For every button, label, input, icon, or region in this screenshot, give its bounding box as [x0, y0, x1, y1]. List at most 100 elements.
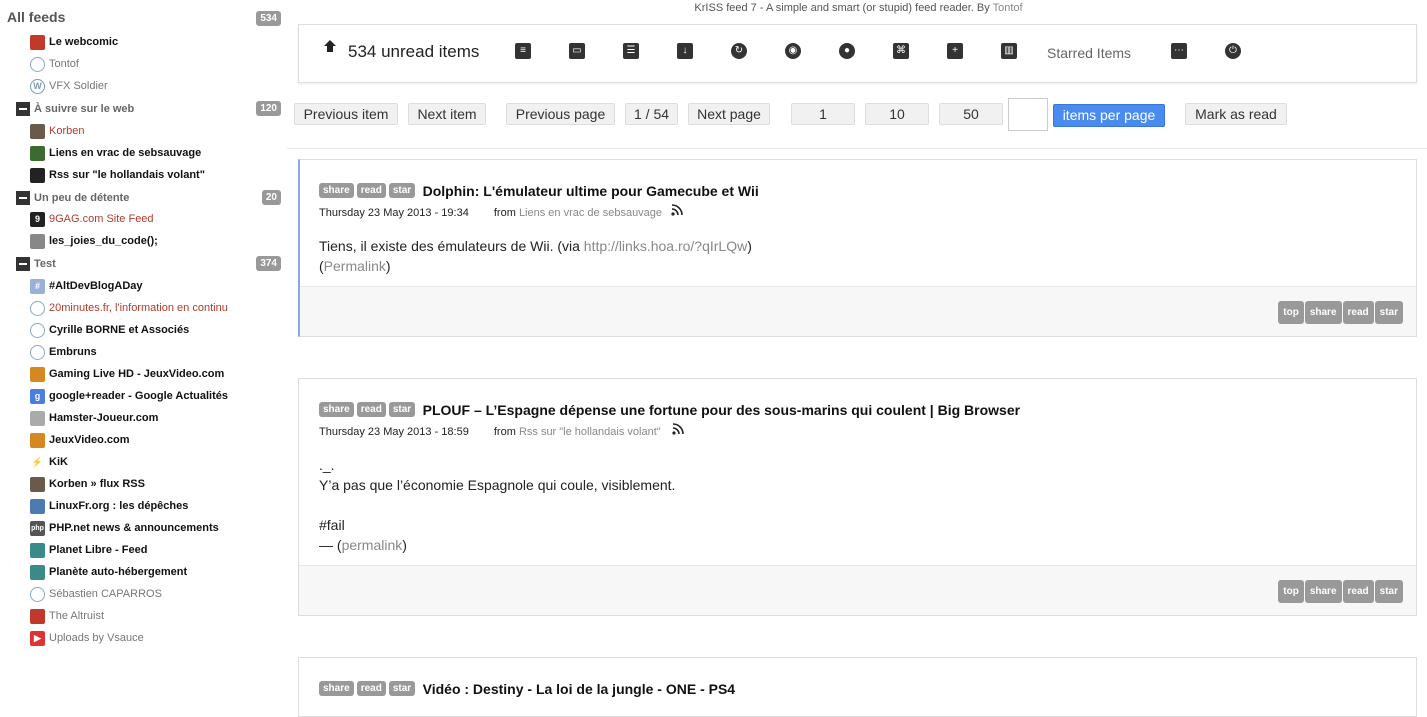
feed-name: LinuxFr.org : les dépêches — [49, 500, 189, 512]
stats-icon[interactable]: ▥ — [1001, 43, 1017, 59]
via-link[interactable]: http://links.hoa.ro/?qIrLQw — [584, 238, 747, 254]
feed-item[interactable]: Cyrille BORNE et Associés — [30, 321, 189, 339]
per-page-50-button[interactable]: 50 — [939, 103, 1003, 125]
feed-name: Tontof — [49, 58, 79, 70]
feed-item[interactable]: share read star Vidéo : Destiny - La loi d… — [298, 657, 1417, 717]
top-button[interactable]: top — [1278, 580, 1304, 603]
read-tag[interactable]: read — [356, 681, 386, 697]
feed-item[interactable]: Planet Libre - Feed — [30, 541, 147, 559]
hamster-icon — [30, 410, 45, 426]
rss-icon[interactable] — [671, 204, 683, 216]
per-page-10-button[interactable]: 10 — [865, 103, 929, 125]
feed-item[interactable]: Hamster-Joueur.com — [30, 409, 158, 427]
next-page-button[interactable]: Next page — [688, 103, 770, 125]
feed-item[interactable]: Korben — [30, 122, 84, 140]
unread-count[interactable]: 534 unread items — [348, 42, 479, 62]
feed-name: Planet Libre - Feed — [49, 544, 148, 556]
per-page-1-button[interactable]: 1 — [791, 103, 855, 125]
feed-item[interactable]: LinuxFr.org : les dépêches — [30, 497, 188, 515]
star-tag[interactable]: star — [388, 681, 416, 697]
collapse-toggle-icon[interactable] — [16, 191, 30, 205]
home-icon[interactable] — [323, 39, 337, 53]
previous-page-button[interactable]: Previous page — [506, 103, 615, 125]
feed-item[interactable]: 9 9GAG.com Site Feed — [30, 210, 154, 228]
permalink-link[interactable]: Permalink — [324, 258, 386, 274]
starred-items-link[interactable]: Starred Items — [1047, 45, 1131, 61]
item-text: — ( — [319, 537, 342, 553]
folder-item[interactable]: À suivre sur le web — [16, 100, 134, 118]
globe-icon — [30, 586, 45, 602]
feed-item[interactable]: Korben » flux RSS — [30, 475, 145, 493]
items-per-page-input[interactable] — [1008, 98, 1048, 131]
feed-item[interactable]: ▶ Uploads by Vsauce — [30, 629, 144, 647]
feed-item[interactable]: Rss sur "le hollandais volant" — [30, 166, 205, 184]
share-tag[interactable]: share — [319, 183, 354, 199]
read-button[interactable]: read — [1342, 580, 1374, 603]
feed-item[interactable]: g google+reader - Google Actualités — [30, 387, 228, 405]
item-title[interactable]: Vidéo : Destiny - La loi de la jungle - … — [423, 681, 735, 697]
share-tag[interactable]: share — [319, 681, 354, 697]
feed-item[interactable]: JeuxVideo.com — [30, 431, 130, 449]
expanded-view-icon[interactable]: ▭ — [569, 43, 585, 59]
star-tag[interactable]: star — [388, 183, 416, 199]
feed-item[interactable]: The Altruist — [30, 607, 104, 625]
star-tag[interactable]: star — [388, 402, 416, 418]
item-title[interactable]: PLOUF – L’Espagne dépense une fortune po… — [423, 402, 1020, 418]
feed-item[interactable]: ⚡ KiK — [30, 453, 68, 471]
power-icon[interactable]: ⏻ — [1225, 43, 1241, 59]
item-source-link[interactable]: Rss sur "le hollandais volant" — [519, 426, 661, 438]
item-content: ._. Y’a pas que l’économie Espagnole qui… — [319, 455, 675, 555]
share-button[interactable]: share — [1304, 580, 1342, 603]
download-icon[interactable]: ↓ — [677, 43, 693, 59]
mark-as-read-button[interactable]: Mark as read — [1185, 103, 1287, 125]
feed-item[interactable]: Tontof — [30, 55, 79, 73]
eye-icon[interactable]: ◉ — [785, 43, 801, 59]
item-source-link[interactable]: Liens en vrac de sebsauvage — [519, 207, 662, 219]
refresh-icon[interactable]: ↻ — [731, 43, 747, 59]
permalink-link[interactable]: permalink — [342, 537, 403, 553]
collapse-toggle-icon[interactable] — [16, 257, 30, 271]
list-icon[interactable]: ☰ — [623, 43, 639, 59]
gamepad-icon — [30, 432, 45, 448]
feed-item[interactable]: Embruns — [30, 343, 97, 361]
list-view-icon[interactable]: ≡ — [515, 43, 531, 59]
feed-item[interactable]: Gaming Live HD - JeuxVideo.com — [30, 365, 224, 383]
linuxfr-icon — [30, 498, 45, 514]
feed-item[interactable]: share read star PLOUF – L’Espagne dépense … — [298, 378, 1417, 616]
item-title[interactable]: Dolphin: L'émulateur ultime pour Gamecub… — [423, 183, 759, 199]
feed-item[interactable]: Le webcomic — [30, 33, 118, 51]
circle-icon[interactable]: ● — [839, 43, 855, 59]
share-tag[interactable]: share — [319, 402, 354, 418]
share-button[interactable]: share — [1304, 301, 1342, 324]
read-tag[interactable]: read — [356, 183, 386, 199]
read-button[interactable]: read — [1342, 301, 1374, 324]
plus-icon[interactable]: + — [947, 43, 963, 59]
items-per-page-button[interactable]: items per page — [1053, 104, 1165, 127]
feed-name: Uploads by Vsauce — [49, 632, 144, 644]
collapse-toggle-icon[interactable] — [16, 102, 30, 116]
feed-name: PHP.net news & announcements — [49, 522, 219, 534]
feed-item[interactable]: share read star Dolphin: L'émulateur ultim… — [298, 159, 1417, 337]
feed-item[interactable]: 20minutes.fr, l'information en continu — [30, 299, 228, 317]
next-item-button[interactable]: Next item — [408, 103, 486, 125]
feed-item[interactable]: Sébastien CAPARROS — [30, 585, 162, 603]
feed-item[interactable]: W VFX Soldier — [30, 77, 108, 95]
rss-icon[interactable] — [672, 423, 684, 435]
feed-item[interactable]: Planète auto-hébergement — [30, 563, 187, 581]
author-link[interactable]: Tontof — [993, 2, 1023, 14]
feed-item[interactable]: php PHP.net news & announcements — [30, 519, 219, 537]
feed-item[interactable]: les_joies_du_code(); — [30, 232, 158, 250]
star-button[interactable]: star — [1374, 301, 1403, 324]
read-tag[interactable]: read — [356, 402, 386, 418]
previous-item-button[interactable]: Previous item — [294, 103, 398, 125]
folder-item[interactable]: Test — [16, 255, 56, 273]
korben-icon — [30, 123, 45, 139]
feed-item[interactable]: # #AltDevBlogADay — [30, 277, 143, 295]
folder-item[interactable]: Un peu de détente — [16, 189, 129, 207]
command-icon[interactable]: ⌘ — [893, 43, 909, 59]
feed-item[interactable]: Liens en vrac de sebsauvage — [30, 144, 201, 162]
top-button[interactable]: top — [1278, 301, 1304, 324]
more-icon[interactable]: ⋯ — [1171, 43, 1187, 59]
globe-icon — [30, 322, 45, 338]
star-button[interactable]: star — [1374, 580, 1403, 603]
